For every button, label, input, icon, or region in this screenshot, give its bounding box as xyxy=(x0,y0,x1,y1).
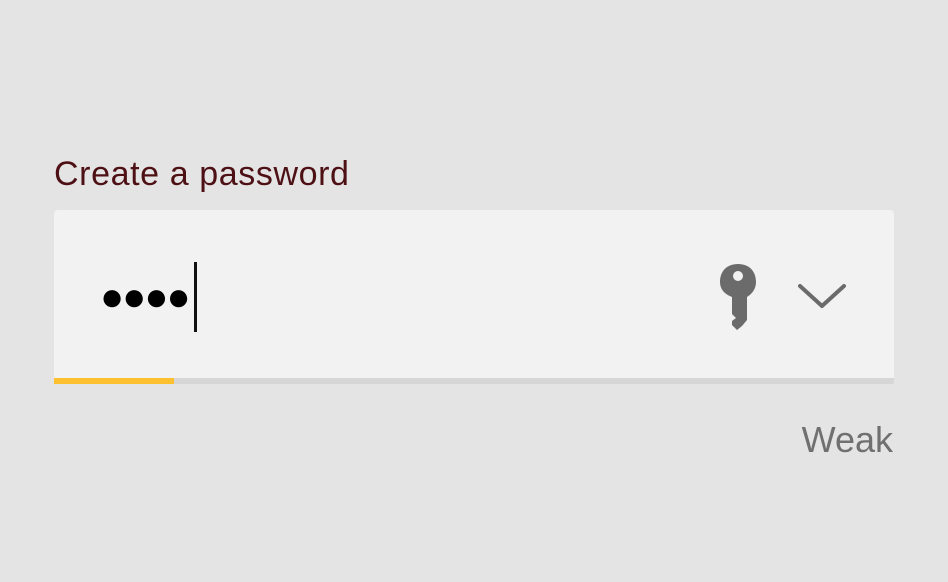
password-value[interactable]: ●●●● xyxy=(100,262,197,332)
strength-label: Weak xyxy=(801,419,893,460)
key-icon[interactable] xyxy=(716,262,760,334)
password-label: Create a password xyxy=(54,155,350,193)
password-form: Create a password ●●●● Weak xyxy=(0,0,948,582)
chevron-down-icon[interactable] xyxy=(792,276,852,316)
strength-meter-fill xyxy=(54,378,175,384)
text-cursor xyxy=(193,262,197,332)
password-field[interactable]: ●●●● xyxy=(54,210,894,384)
strength-meter xyxy=(54,378,894,384)
password-dots: ●●●● xyxy=(100,275,191,319)
